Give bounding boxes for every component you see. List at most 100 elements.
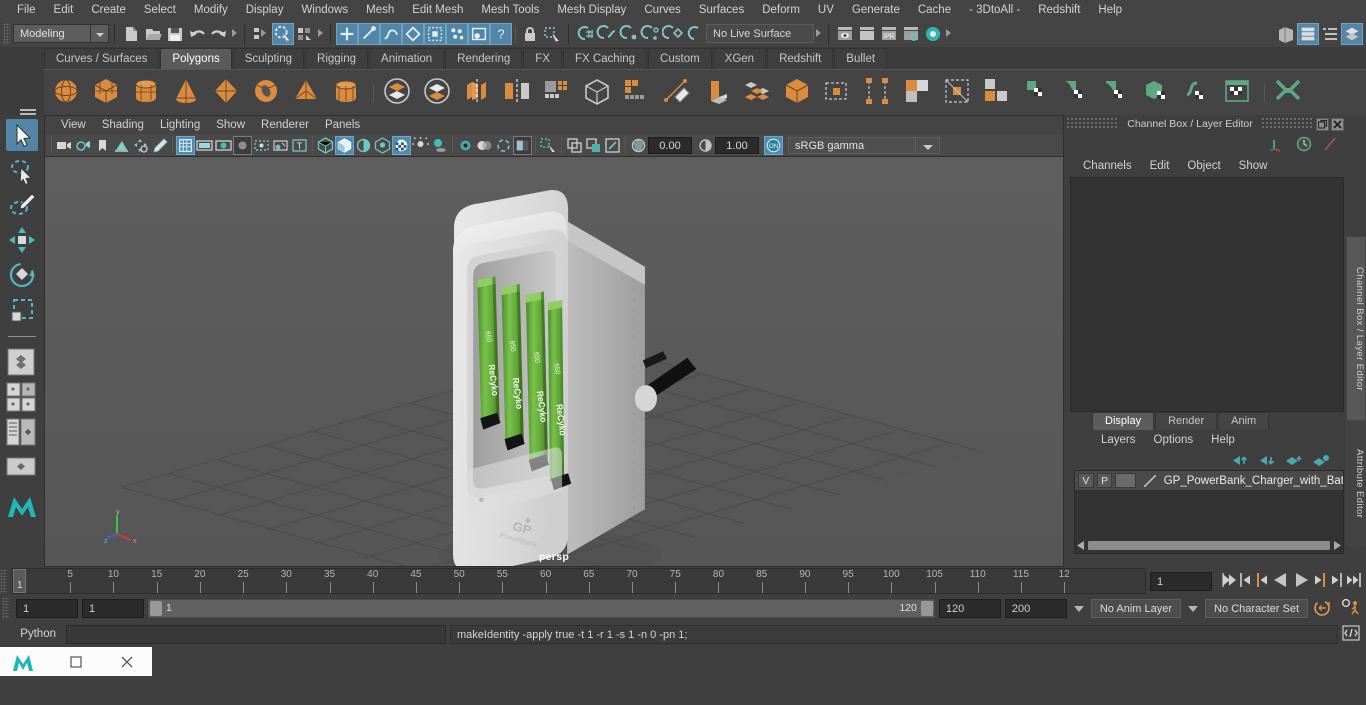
snap-to-projected-center-icon[interactable]	[640, 23, 662, 45]
perspective-viewport[interactable]: 650 ReCyko 650 ReCyko 650 ReCyko 650 ReC…	[44, 156, 1064, 567]
wireframe-icon[interactable]	[316, 136, 335, 155]
shelf-button-quad-draw[interactable]	[621, 75, 657, 111]
sidebar-toggle-attribute-editor-icon[interactable]	[1275, 23, 1297, 45]
shelf-button-poly-platonic[interactable]	[210, 75, 246, 111]
outliner-persp-layout[interactable]	[6, 417, 38, 449]
restore-icon[interactable]	[1316, 117, 1329, 131]
textured-icon[interactable]	[392, 135, 411, 155]
channel-box-content[interactable]	[1070, 177, 1344, 412]
maya-app-icon[interactable]	[0, 647, 51, 676]
time-slider[interactable]: 1 5 10 15 20 25 30 35 40 45 50 55 60 65 70 75 80 85 90 95 1…	[12, 568, 1146, 594]
lasso-select-tool[interactable]	[6, 154, 38, 186]
play-forwards-icon[interactable]	[1291, 571, 1311, 591]
layer-name[interactable]: GP_PowerBank_Charger_with_Batteri	[1164, 475, 1343, 487]
snap-to-view-plane-icon[interactable]	[662, 23, 684, 45]
menu-redshift[interactable]: Redshift	[1029, 0, 1089, 20]
resolution-gate-icon[interactable]	[214, 136, 233, 155]
anim-layer-selector[interactable]: No Anim Layer	[1090, 598, 1182, 618]
snap-to-curve-icon[interactable]	[596, 23, 618, 45]
shelf-tab-rendering[interactable]: Rendering	[445, 48, 523, 69]
shelf-button-separate[interactable]	[421, 75, 457, 111]
shelf-button-append-polygon[interactable]	[781, 75, 817, 111]
step-forward-keyframe-icon[interactable]	[1328, 571, 1345, 591]
film-gate-icon[interactable]	[195, 136, 214, 155]
close-window-icon[interactable]	[101, 647, 152, 676]
shelf-tab-rigging[interactable]: Rigging	[305, 48, 369, 69]
mask-edge-icon[interactable]	[358, 22, 380, 45]
render-current-frame-icon[interactable]	[834, 23, 856, 45]
play-backwards-icon[interactable]	[1271, 571, 1291, 591]
redo-icon[interactable]	[208, 23, 230, 45]
step-back-keyframe-icon[interactable]	[1237, 571, 1254, 591]
text-overlay-icon[interactable]: T	[290, 136, 309, 155]
script-editor-icon[interactable]	[1342, 624, 1362, 644]
viewport-menu-show[interactable]: Show	[208, 119, 253, 131]
move-layer-down-icon[interactable]	[1258, 454, 1276, 467]
shelf-button-bevel[interactable]	[701, 75, 737, 111]
paint-select-tool[interactable]	[6, 189, 38, 221]
exposure-field[interactable]: 0.00	[648, 136, 692, 154]
grid-toggle-icon[interactable]	[176, 135, 195, 155]
ipr-render-icon[interactable]: IPR	[878, 23, 900, 45]
layer-list[interactable]: V P GP_PowerBank_Charger_with_Batteri	[1074, 470, 1344, 554]
layer-color-swatch[interactable]	[1115, 473, 1136, 488]
axis-gizmo-icon[interactable]	[1268, 136, 1286, 152]
menu-uv[interactable]: UV	[809, 0, 843, 20]
scroll-left-icon[interactable]	[1077, 541, 1085, 550]
viewport-menu-panels[interactable]: Panels	[317, 119, 368, 131]
shelf-button-transfer-uv[interactable]	[1101, 75, 1137, 111]
select-camera-icon[interactable]	[55, 136, 74, 155]
channel-box-menu-object[interactable]: Object	[1178, 160, 1229, 172]
layer-editor-menu-layers[interactable]: Layers	[1092, 434, 1145, 446]
shelf-button-poly-prism[interactable]	[330, 75, 366, 111]
create-new-layer-icon[interactable]	[1285, 454, 1303, 467]
menu-mesh-tools[interactable]: Mesh Tools	[472, 0, 548, 20]
shelf-tab-custom[interactable]: Custom	[648, 48, 712, 69]
gate-mask-icon[interactable]	[233, 135, 252, 155]
collapse-snap-group-icon[interactable]	[814, 24, 823, 43]
menu-help[interactable]: Help	[1089, 0, 1131, 20]
shelf-button-multi-cut[interactable]	[661, 75, 697, 111]
menu-display[interactable]: Display	[237, 0, 293, 20]
clock-icon[interactable]	[1296, 136, 1312, 152]
live-surface-field[interactable]: No Live Surface	[706, 24, 814, 43]
motion-blur-icon[interactable]	[475, 136, 494, 155]
menu-mesh[interactable]: Mesh	[357, 0, 403, 20]
render-settings-icon[interactable]	[900, 23, 922, 45]
shelf-button-paint-attributes[interactable]	[1181, 75, 1217, 111]
snap-to-grid-icon[interactable]	[574, 23, 596, 45]
menu-edit[interactable]: Edit	[45, 0, 83, 20]
four-view-layout[interactable]	[6, 382, 38, 414]
menu-set-dropdown-arrow[interactable]	[91, 24, 109, 43]
shelf-tab-sculpting[interactable]: Sculpting	[232, 48, 305, 69]
bookmarks-icon[interactable]	[93, 136, 112, 155]
layer-editor-tab-render[interactable]: Render	[1155, 412, 1218, 430]
go-to-start-icon[interactable]	[1220, 571, 1237, 591]
shelf-button-insert-edge-loop[interactable]	[821, 75, 857, 111]
shelf-button-crease-tool[interactable]	[1141, 75, 1177, 111]
open-scene-icon[interactable]	[142, 23, 164, 45]
redo-render-icon[interactable]	[856, 23, 878, 45]
shelf-button-uv-editor[interactable]	[1221, 75, 1257, 111]
menu-mesh-display[interactable]: Mesh Display	[548, 0, 635, 20]
create-layer-from-selected-icon[interactable]	[1312, 454, 1330, 467]
channel-box-menu-channels[interactable]: Channels	[1074, 160, 1141, 172]
shelf-tab-curves-surfaces[interactable]: Curves / Surfaces	[44, 48, 160, 69]
shelf-button-detach[interactable]	[941, 75, 977, 111]
rotate-tool[interactable]	[6, 259, 38, 291]
collapse-render-group-icon[interactable]	[944, 24, 953, 43]
isolate-select-icon[interactable]	[539, 136, 558, 155]
menu-curves[interactable]: Curves	[635, 0, 689, 20]
snap-to-uv-icon[interactable]	[684, 23, 706, 45]
layer-editor-menu-help[interactable]: Help	[1202, 434, 1244, 446]
multisample-icon[interactable]	[494, 136, 513, 155]
menu-3dtoall[interactable]: - 3DtoAll -	[960, 0, 1029, 20]
animation-preferences-icon[interactable]	[1340, 598, 1366, 618]
panel-drag-dots-right[interactable]	[1260, 118, 1314, 130]
time-slider-grip[interactable]	[0, 569, 7, 593]
select-by-object-icon[interactable]	[272, 22, 294, 45]
anim-layer-dropdown-arrow[interactable]	[1071, 599, 1087, 618]
image-plane-icon[interactable]	[112, 136, 131, 155]
move-tool[interactable]	[6, 224, 38, 256]
select-by-component-icon[interactable]	[294, 23, 316, 45]
